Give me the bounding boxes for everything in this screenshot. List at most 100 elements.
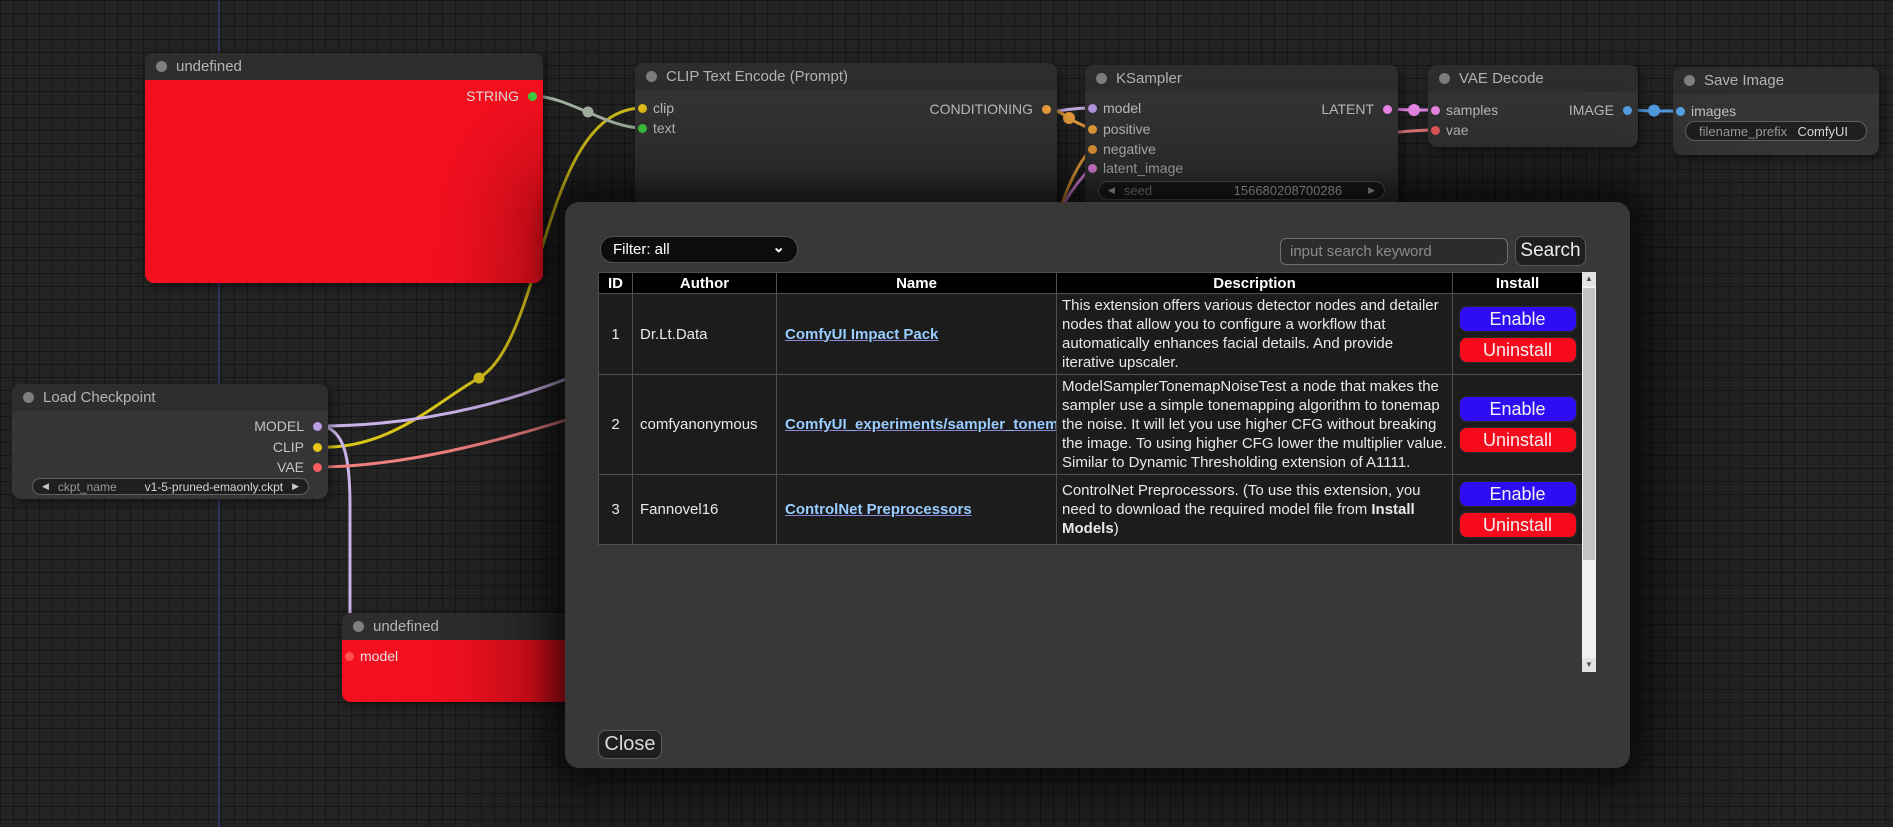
install-actions: Enable Uninstall	[1454, 476, 1581, 543]
scrollbar-down-arrow-icon[interactable]: ▼	[1582, 658, 1596, 672]
collapse-dot-icon[interactable]	[353, 621, 364, 632]
uninstall-button[interactable]: Uninstall	[1459, 512, 1577, 538]
filter-selected-value: Filter: all	[613, 241, 670, 258]
node-title-bar[interactable]: undefined	[342, 613, 602, 640]
slot-label: LATENT	[1321, 101, 1374, 117]
output-slot-image: IMAGE	[1428, 102, 1638, 118]
input-slot-model: model	[342, 648, 602, 664]
slot-label: VAE	[277, 459, 304, 475]
collapse-dot-icon[interactable]	[646, 71, 657, 82]
enable-button[interactable]: Enable	[1459, 306, 1577, 332]
close-button[interactable]: Close	[598, 730, 662, 759]
cell-description: ModelSamplerTonemapNoiseTest a node that…	[1057, 375, 1453, 475]
negative-input-dot[interactable]	[1088, 145, 1097, 154]
latent-output-dot[interactable]	[1383, 105, 1392, 114]
node-save-image[interactable]: Save Image images filename_prefix ComfyU…	[1673, 67, 1879, 155]
node-ksampler[interactable]: KSampler model positive negative latent_…	[1085, 65, 1398, 211]
collapse-dot-icon[interactable]	[1096, 73, 1107, 84]
table-scrollbar[interactable]: ▲ ▼	[1582, 272, 1596, 672]
node-title-bar[interactable]: VAE Decode	[1428, 65, 1638, 92]
node-title: Save Image	[1704, 72, 1784, 89]
increment-arrow-icon[interactable]: ▶	[1368, 185, 1375, 196]
search-button[interactable]: Search	[1515, 236, 1586, 266]
slot-label: images	[1691, 103, 1736, 119]
conditioning-output-dot[interactable]	[1042, 105, 1051, 114]
collapse-dot-icon[interactable]	[156, 61, 167, 72]
table-row: 2 comfyanonymous ComfyUI_experiments/sam…	[599, 375, 1583, 475]
cell-id: 1	[599, 294, 633, 375]
filename-prefix-widget[interactable]: filename_prefix ComfyUI	[1685, 121, 1867, 141]
table-row: 3 Fannovel16 ControlNet Preprocessors Co…	[599, 475, 1583, 545]
clip-output-dot[interactable]	[313, 443, 322, 452]
increment-arrow-icon[interactable]: ▶	[292, 481, 299, 492]
link-dot[interactable]	[1063, 112, 1075, 124]
search-input[interactable]	[1280, 238, 1508, 265]
collapse-dot-icon[interactable]	[23, 392, 34, 403]
node-title: undefined	[373, 618, 439, 635]
vae-input-dot[interactable]	[1431, 126, 1440, 135]
slot-label: MODEL	[254, 418, 304, 434]
cell-description: This extension offers various detector n…	[1057, 294, 1453, 375]
error-node-body	[145, 80, 543, 283]
node-title-bar[interactable]: Load Checkpoint	[12, 384, 328, 411]
node-undefined-bottom[interactable]: undefined model	[342, 613, 602, 702]
node-title-bar[interactable]: undefined	[145, 53, 543, 80]
filter-select[interactable]: Filter: all ⌄	[600, 236, 798, 263]
model-input-dot[interactable]	[345, 652, 354, 661]
chevron-down-icon: ⌄	[772, 243, 785, 253]
widget-label: filename_prefix	[1699, 124, 1787, 139]
link-dot[interactable]	[1648, 105, 1660, 117]
extension-link[interactable]: ComfyUI_experiments/sampler_tonemap	[785, 416, 1057, 433]
link-dot[interactable]	[474, 373, 485, 384]
slot-label: CLIP	[273, 439, 304, 455]
node-title: Load Checkpoint	[43, 389, 156, 406]
extension-link[interactable]: ControlNet Preprocessors	[785, 501, 972, 518]
node-vae-decode[interactable]: VAE Decode samples vae IMAGE	[1428, 65, 1638, 147]
output-slot-clip: CLIP	[12, 439, 328, 455]
header-description: Description	[1057, 273, 1453, 294]
ckpt-name-widget[interactable]: ◀ ckpt_name v1-5-pruned-emaonly.ckpt ▶	[32, 478, 309, 495]
scrollbar-up-arrow-icon[interactable]: ▲	[1582, 272, 1596, 286]
node-title: undefined	[176, 58, 242, 75]
node-title-bar[interactable]: CLIP Text Encode (Prompt)	[635, 63, 1057, 90]
uninstall-button[interactable]: Uninstall	[1459, 427, 1577, 453]
header-install: Install	[1453, 273, 1583, 294]
enable-button[interactable]: Enable	[1459, 481, 1577, 507]
model-output-dot[interactable]	[313, 422, 322, 431]
string-output-dot[interactable]	[528, 92, 537, 101]
slot-label: model	[360, 648, 398, 664]
seed-widget[interactable]: ◀ seed 156680208700286 ▶	[1098, 181, 1385, 200]
slot-label: STRING	[466, 88, 519, 104]
extension-manager-dialog: Filter: all ⌄ Search ID Author Name Desc…	[565, 202, 1630, 768]
images-input-dot[interactable]	[1676, 107, 1685, 116]
node-title-bar[interactable]: KSampler	[1085, 65, 1398, 92]
positive-input-dot[interactable]	[1088, 125, 1097, 134]
header-author: Author	[633, 273, 777, 294]
collapse-dot-icon[interactable]	[1684, 75, 1695, 86]
latent-image-input-dot[interactable]	[1088, 164, 1097, 173]
slot-label: CONDITIONING	[930, 101, 1033, 117]
node-load-checkpoint[interactable]: Load Checkpoint MODEL CLIP VAE ◀ ckpt_na…	[12, 384, 328, 499]
cell-description: ControlNet Preprocessors. (To use this e…	[1057, 475, 1453, 545]
enable-button[interactable]: Enable	[1459, 396, 1577, 422]
uninstall-button[interactable]: Uninstall	[1459, 337, 1577, 363]
node-clip-text-encode[interactable]: CLIP Text Encode (Prompt) clip text COND…	[635, 63, 1057, 211]
decrement-arrow-icon[interactable]: ◀	[42, 481, 49, 492]
output-slot-string: STRING	[145, 88, 543, 104]
extension-link[interactable]: ComfyUI Impact Pack	[785, 326, 938, 343]
input-slot-images: images	[1673, 103, 1879, 119]
link-dot[interactable]	[1408, 104, 1420, 116]
vae-output-dot[interactable]	[313, 463, 322, 472]
collapse-dot-icon[interactable]	[1439, 73, 1450, 84]
node-undefined-top[interactable]: undefined STRING	[145, 53, 543, 283]
decrement-arrow-icon[interactable]: ◀	[1108, 185, 1115, 196]
widget-value: v1-5-pruned-emaonly.ckpt	[145, 480, 284, 494]
install-actions: Enable Uninstall	[1454, 391, 1581, 458]
link-dot[interactable]	[583, 107, 594, 118]
input-slot-positive: positive	[1085, 121, 1398, 137]
scrollbar-thumb[interactable]	[1583, 288, 1595, 560]
slot-label: IMAGE	[1569, 102, 1614, 118]
text-input-dot[interactable]	[638, 124, 647, 133]
node-title-bar[interactable]: Save Image	[1673, 67, 1879, 94]
image-output-dot[interactable]	[1623, 106, 1632, 115]
